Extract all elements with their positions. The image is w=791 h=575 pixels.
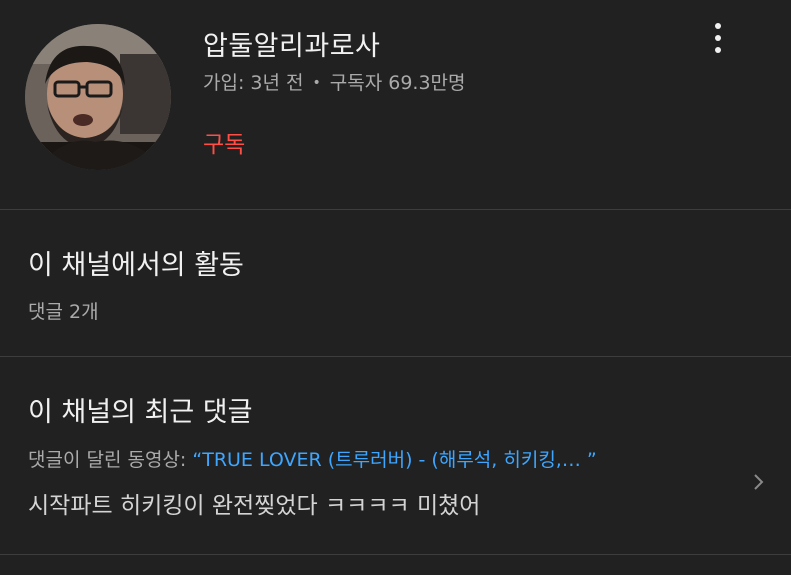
avatar-image <box>25 24 171 170</box>
channel-page: 압둘알리과로사 가입: 3년 전 • 구독자 69.3만명 구독 이 채널에서의 활… <box>0 0 791 575</box>
channel-avatar[interactable] <box>25 24 171 170</box>
commented-video-prefix: 댓글이 달린 동영상: <box>28 449 193 471</box>
activity-title: 이 채널에서의 활동 <box>28 250 244 281</box>
subscribe-button[interactable]: 구독 <box>203 125 245 159</box>
subscriber-count: 구독자 69.3만명 <box>329 72 466 94</box>
commented-video-link[interactable]: “TRUE LOVER (트루러버) - (해루석, 히키킹,… ” <box>192 449 596 471</box>
more-vertical-icon[interactable] <box>704 18 732 58</box>
meta-separator: • <box>312 75 321 91</box>
divider <box>0 554 791 555</box>
comment-text: 시작파트 히키킹이 완전찢었다 ㅋㅋㅋㅋ 미쳤어 <box>28 493 481 519</box>
commented-video: 댓글이 달린 동영상: “TRUE LOVER (트루러버) - (해루석, 히… <box>28 445 597 472</box>
channel-meta: 가입: 3년 전 • 구독자 69.3만명 <box>203 68 466 95</box>
join-date: 가입: 3년 전 <box>203 72 304 94</box>
chevron-right-icon[interactable] <box>752 470 766 494</box>
divider <box>0 209 791 210</box>
channel-name: 압둘알리과로사 <box>203 31 381 62</box>
activity-comment-count: 댓글 2개 <box>28 301 99 323</box>
channel-header: 압둘알리과로사 가입: 3년 전 • 구독자 69.3만명 구독 <box>0 0 791 209</box>
recent-comment-title: 이 채널의 최근 댓글 <box>28 397 253 428</box>
